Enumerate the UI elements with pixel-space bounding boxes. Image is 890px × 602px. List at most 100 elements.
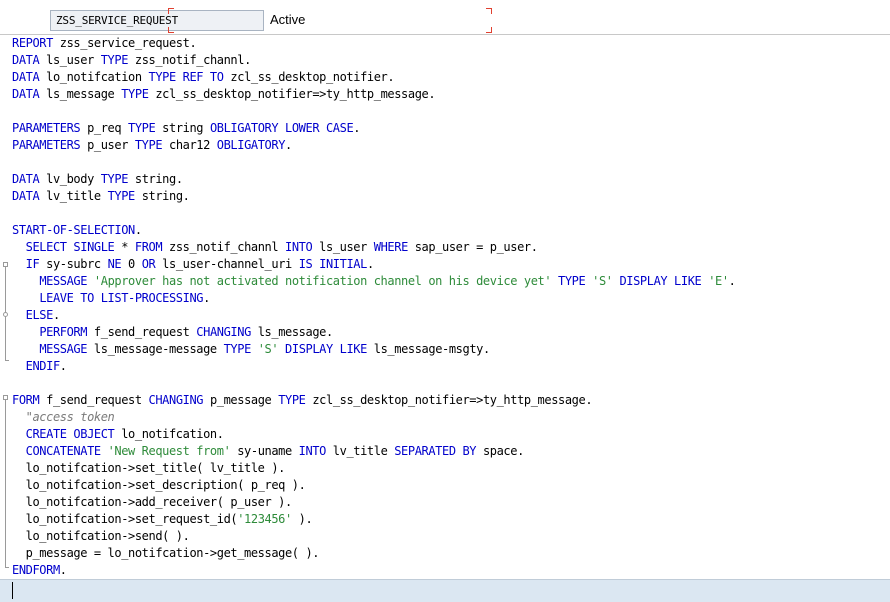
keyword-token: CREATE OBJECT (25, 427, 115, 441)
keyword-token: TYPE (107, 189, 136, 203)
code-editor[interactable]: REPORT zss_service_request. DATA ls_user … (0, 35, 890, 580)
code-token: lv_body (39, 172, 101, 186)
keyword-token: DATA (12, 172, 40, 186)
code-token: zss_notif_channl. (128, 53, 251, 67)
keyword-token: MESSAGE (39, 274, 88, 288)
keyword-token: TYPE (558, 274, 586, 288)
keyword-token: TYPE (100, 53, 129, 67)
code-token: lo_notifcation->add_receiver( p_user ). (12, 495, 293, 509)
code-line[interactable]: p_message = lo_notifcation->get_message(… (12, 545, 320, 562)
code-line[interactable]: FORM f_send_request CHANGING p_message T… (12, 392, 593, 409)
code-line[interactable]: MESSAGE ls_message-message TYPE 'S' DISP… (12, 341, 490, 358)
code-line[interactable]: CONCATENATE 'New Request from' sy-uname … (12, 443, 525, 460)
selection-corner-marker (168, 27, 174, 33)
code-token: sy-uname (230, 444, 299, 458)
code-line[interactable]: PERFORM f_send_request CHANGING ls_messa… (12, 324, 333, 341)
code-line[interactable]: "access token (12, 409, 115, 426)
code-line[interactable]: REPORT zss_service_request. (12, 35, 197, 52)
program-status-label: Active (270, 12, 306, 27)
fold-collapse-icon[interactable] (3, 395, 8, 400)
code-token: . (285, 138, 292, 152)
code-line[interactable]: DATA ls_user TYPE zss_notif_channl. (12, 52, 251, 69)
code-line[interactable]: DATA lo_notifcation TYPE REF TO zcl_ss_d… (12, 69, 395, 86)
code-line[interactable]: PARAMETERS p_req TYPE string OBLIGATORY … (12, 120, 360, 137)
code-token: ). (291, 512, 313, 526)
keyword-token: OR (141, 257, 156, 271)
code-line[interactable]: PARAMETERS p_user TYPE char12 OBLIGATORY… (12, 137, 292, 154)
code-line[interactable]: ENDFORM. (12, 562, 67, 579)
string-literal-token: 'New Request from' (107, 444, 231, 458)
text-caret (12, 582, 13, 599)
code-token: p_req (80, 121, 129, 135)
keyword-token: DISPLAY LIKE (285, 342, 367, 356)
code-line[interactable]: DATA lv_body TYPE string. (12, 171, 183, 188)
keyword-token: LEAVE TO LIST-PROCESSING (39, 291, 204, 305)
keyword-token: TYPE (100, 172, 129, 186)
code-line[interactable]: CREATE OBJECT lo_notifcation. (12, 426, 224, 443)
fold-end-marker (5, 567, 9, 568)
keyword-token: CONCATENATE (25, 444, 101, 458)
code-line[interactable]: ENDIF. (12, 358, 67, 375)
code-token: . (203, 291, 210, 305)
code-line[interactable]: DATA ls_message TYPE zcl_ss_desktop_noti… (12, 86, 436, 103)
keyword-token: FORM (12, 393, 40, 407)
code-token: ls_user (39, 53, 101, 67)
code-line[interactable]: lo_notifcation->set_request_id('123456' … (12, 511, 313, 528)
string-literal-token: 'S' (257, 342, 279, 356)
code-line[interactable]: lo_notifcation->send( ). (12, 528, 190, 545)
code-token: lo_notifcation->set_description( p_req )… (12, 478, 306, 492)
code-token: char12 (162, 138, 217, 152)
keyword-token: INTO (298, 444, 327, 458)
keyword-token: TYPE (134, 138, 163, 152)
cursor-line[interactable] (0, 579, 890, 602)
keyword-token: WHERE (373, 240, 409, 254)
code-token: lo_notifcation->set_title( lv_title ). (12, 461, 286, 475)
code-token: . (366, 257, 374, 271)
code-token: 0 (121, 257, 142, 271)
code-token: p_user (80, 138, 135, 152)
fold-guide (5, 262, 6, 360)
keyword-token: PARAMETERS (12, 121, 81, 135)
code-token: f_send_request (87, 325, 197, 339)
keyword-token: NE (107, 257, 122, 271)
code-line[interactable]: IF sy-subrc NE 0 OR ls_user-channel_uri … (12, 256, 374, 273)
code-token: p_message (203, 393, 279, 407)
code-line[interactable]: lo_notifcation->set_title( lv_title ). (12, 460, 286, 477)
code-token: . (353, 121, 361, 135)
code-token: . (134, 223, 142, 237)
keyword-token: TYPE REF TO (148, 70, 224, 84)
code-line[interactable]: START-OF-SELECTION. (12, 222, 142, 239)
program-name-field[interactable]: ZSS_SERVICE_REQUEST (50, 10, 264, 31)
keyword-token: FROM (134, 240, 163, 254)
keyword-token: OBLIGATORY LOWER CASE (209, 121, 354, 135)
code-token: string. (134, 189, 190, 203)
code-token: zcl_ss_desktop_notifier. (223, 70, 395, 84)
code-token: sy-subrc (39, 257, 108, 271)
code-token: string. (128, 172, 183, 186)
code-line[interactable]: lo_notifcation->add_receiver( p_user ). (12, 494, 293, 511)
keyword-token: SEPARATED BY (394, 444, 477, 458)
code-line[interactable]: MESSAGE 'Approver has not activated noti… (12, 273, 736, 290)
code-line[interactable]: LEAVE TO LIST-PROCESSING. (12, 290, 210, 307)
code-token: lo_notifcation. (114, 427, 224, 441)
keyword-token: DATA (12, 70, 40, 84)
code-line[interactable]: DATA lv_title TYPE string. (12, 188, 190, 205)
keyword-token: TYPE (223, 342, 252, 356)
code-line[interactable]: ELSE. (12, 307, 61, 324)
keyword-token: TYPE (128, 121, 156, 135)
code-token: lo_notifcation (39, 70, 149, 84)
fold-collapse-icon[interactable] (3, 262, 8, 267)
code-token: ls_user-channel_uri (155, 257, 299, 271)
code-line[interactable]: SELECT SINGLE * FROM zss_notif_channl IN… (12, 239, 538, 256)
code-line[interactable]: lo_notifcation->set_description( p_req )… (12, 477, 306, 494)
code-token: zcl_ss_desktop_notifier=>ty_http_message… (305, 393, 593, 407)
